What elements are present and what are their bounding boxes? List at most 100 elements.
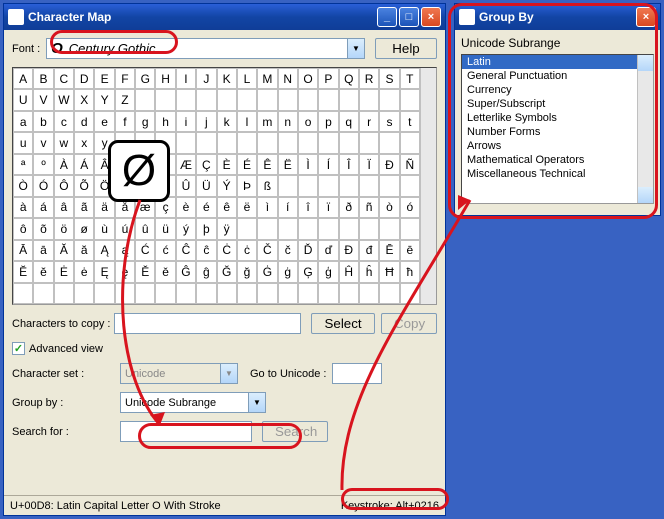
char-cell[interactable]: Ĝ bbox=[176, 261, 196, 282]
char-cell[interactable]: È bbox=[217, 154, 237, 175]
char-cell[interactable]: Ü bbox=[196, 175, 216, 196]
char-cell[interactable] bbox=[379, 175, 399, 196]
char-cell[interactable] bbox=[176, 89, 196, 110]
char-cell[interactable]: n bbox=[278, 111, 298, 132]
char-cell[interactable]: H bbox=[155, 68, 175, 89]
char-cell[interactable] bbox=[379, 218, 399, 239]
char-cell[interactable]: G bbox=[135, 68, 155, 89]
char-cell[interactable]: ħ bbox=[400, 261, 420, 282]
char-cell[interactable]: ß bbox=[257, 175, 277, 196]
char-cell[interactable]: Ħ bbox=[379, 261, 399, 282]
char-cell[interactable]: Ò bbox=[13, 175, 33, 196]
char-cell[interactable]: Ë bbox=[278, 154, 298, 175]
char-cell[interactable] bbox=[379, 89, 399, 110]
char-cell[interactable] bbox=[359, 132, 379, 153]
char-cell[interactable]: m bbox=[257, 111, 277, 132]
char-cell[interactable]: L bbox=[237, 68, 257, 89]
close-button[interactable]: × bbox=[636, 7, 656, 27]
char-cell[interactable]: C bbox=[54, 68, 74, 89]
char-cell[interactable]: V bbox=[33, 89, 53, 110]
char-cell[interactable]: Ć bbox=[135, 240, 155, 261]
char-cell[interactable]: R bbox=[359, 68, 379, 89]
char-cell[interactable]: i bbox=[176, 111, 196, 132]
char-cell[interactable]: ø bbox=[74, 218, 94, 239]
char-cell[interactable]: O bbox=[298, 68, 318, 89]
char-cell[interactable]: Î bbox=[339, 154, 359, 175]
char-cell[interactable]: Ė bbox=[54, 261, 74, 282]
char-cell[interactable]: Þ bbox=[237, 175, 257, 196]
char-cell[interactable] bbox=[298, 89, 318, 110]
char-cell[interactable]: ĥ bbox=[359, 261, 379, 282]
char-cell[interactable]: x bbox=[74, 132, 94, 153]
list-item[interactable]: Super/Subscript bbox=[462, 97, 637, 111]
char-cell[interactable] bbox=[257, 89, 277, 110]
char-cell[interactable]: a bbox=[13, 111, 33, 132]
list-item[interactable]: Latin bbox=[462, 55, 637, 69]
search-button[interactable]: Search bbox=[262, 421, 328, 442]
char-cell[interactable] bbox=[237, 283, 257, 304]
char-cell[interactable] bbox=[298, 218, 318, 239]
char-cell[interactable]: Ģ bbox=[298, 261, 318, 282]
char-cell[interactable]: t bbox=[400, 111, 420, 132]
char-cell[interactable]: w bbox=[54, 132, 74, 153]
char-cell[interactable]: Z bbox=[115, 89, 135, 110]
search-input[interactable] bbox=[120, 421, 252, 442]
char-cell[interactable] bbox=[54, 283, 74, 304]
char-cell[interactable] bbox=[278, 175, 298, 196]
char-cell[interactable] bbox=[196, 89, 216, 110]
char-cell[interactable]: ì bbox=[257, 197, 277, 218]
char-cell[interactable]: N bbox=[278, 68, 298, 89]
char-cell[interactable]: û bbox=[135, 218, 155, 239]
char-cell[interactable] bbox=[257, 283, 277, 304]
char-cell[interactable]: h bbox=[155, 111, 175, 132]
char-cell[interactable] bbox=[176, 132, 196, 153]
char-cell[interactable]: ú bbox=[115, 218, 135, 239]
char-cell[interactable]: Í bbox=[318, 154, 338, 175]
char-cell[interactable]: Đ bbox=[339, 240, 359, 261]
list-item[interactable]: General Punctuation bbox=[462, 69, 637, 83]
char-cell[interactable]: ĝ bbox=[196, 261, 216, 282]
char-cell[interactable]: ó bbox=[400, 197, 420, 218]
char-cell[interactable]: Ġ bbox=[257, 261, 277, 282]
char-cell[interactable]: Ç bbox=[196, 154, 216, 175]
char-cell[interactable] bbox=[217, 132, 237, 153]
char-cell[interactable]: U bbox=[13, 89, 33, 110]
char-cell[interactable]: ě bbox=[155, 261, 175, 282]
char-cell[interactable]: é bbox=[196, 197, 216, 218]
listbox-scrollbar[interactable] bbox=[637, 55, 653, 203]
char-cell[interactable] bbox=[33, 283, 53, 304]
char-cell[interactable]: ª bbox=[13, 154, 33, 175]
list-item[interactable]: Miscellaneous Technical bbox=[462, 167, 637, 181]
char-cell[interactable] bbox=[339, 283, 359, 304]
char-cell[interactable]: D bbox=[74, 68, 94, 89]
char-cell[interactable]: Ó bbox=[33, 175, 53, 196]
char-cell[interactable]: À bbox=[54, 154, 74, 175]
char-cell[interactable]: ö bbox=[54, 218, 74, 239]
char-cell[interactable]: ü bbox=[155, 218, 175, 239]
char-cell[interactable]: f bbox=[115, 111, 135, 132]
char-cell[interactable]: ý bbox=[176, 218, 196, 239]
char-cell[interactable]: º bbox=[33, 154, 53, 175]
list-item[interactable]: Mathematical Operators bbox=[462, 153, 637, 167]
char-cell[interactable] bbox=[359, 283, 379, 304]
char-cell[interactable]: b bbox=[33, 111, 53, 132]
select-button[interactable]: Select bbox=[311, 313, 375, 334]
char-cell[interactable]: d bbox=[74, 111, 94, 132]
char-cell[interactable]: Č bbox=[257, 240, 277, 261]
char-cell[interactable]: Ô bbox=[54, 175, 74, 196]
char-cell[interactable]: p bbox=[318, 111, 338, 132]
char-cell[interactable] bbox=[135, 283, 155, 304]
char-cell[interactable] bbox=[339, 218, 359, 239]
char-cell[interactable] bbox=[196, 132, 216, 153]
char-cell[interactable]: A bbox=[13, 68, 33, 89]
char-cell[interactable] bbox=[135, 89, 155, 110]
char-cell[interactable]: Ê bbox=[257, 154, 277, 175]
chevron-down-icon[interactable]: ▼ bbox=[347, 39, 364, 58]
char-cell[interactable]: ā bbox=[33, 240, 53, 261]
char-cell[interactable]: Ğ bbox=[217, 261, 237, 282]
char-cell[interactable] bbox=[400, 283, 420, 304]
char-cell[interactable]: ô bbox=[13, 218, 33, 239]
char-cell[interactable]: Ì bbox=[298, 154, 318, 175]
char-cell[interactable]: á bbox=[33, 197, 53, 218]
char-cell[interactable]: Ē bbox=[379, 240, 399, 261]
